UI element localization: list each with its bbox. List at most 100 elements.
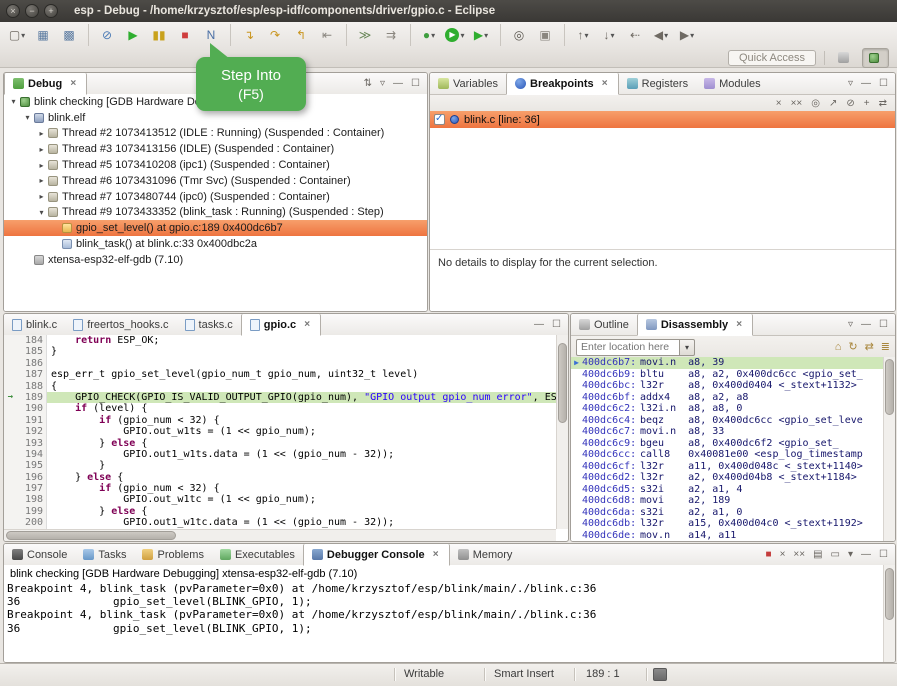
code-line[interactable]: → 189 GPIO_CHECK(GPIO_IS_VALID_OUTPUT_GP…: [4, 392, 556, 403]
tab-memory[interactable]: Memory: [450, 544, 521, 565]
line-marker[interactable]: [4, 369, 17, 380]
line-marker[interactable]: [4, 426, 17, 437]
console-output[interactable]: blink checking [GDB Hardware Debugging] …: [4, 565, 883, 662]
tab-blink-c[interactable]: blink.c: [4, 314, 65, 335]
console-vertical-scrollbar[interactable]: [883, 565, 895, 662]
remove-launch-icon[interactable]: ×: [780, 550, 786, 560]
dropdown-arrow-icon[interactable]: [460, 29, 464, 41]
scrollbar-thumb[interactable]: [558, 343, 567, 423]
dropdown-arrow-icon[interactable]: [610, 29, 614, 41]
debug-button[interactable]: ●: [410, 24, 441, 46]
code-line[interactable]: 193 } else {: [4, 438, 556, 449]
maximize-icon[interactable]: ☐: [879, 79, 888, 89]
remove-all-terminated-icon[interactable]: ××: [793, 550, 805, 560]
tab-tasks-c[interactable]: tasks.c: [177, 314, 241, 335]
tab-modules[interactable]: Modules: [696, 73, 769, 94]
view-menu-icon[interactable]: ▿: [848, 79, 853, 89]
remove-breakpoint-icon[interactable]: ×: [776, 99, 782, 109]
scrollbar-thumb[interactable]: [885, 359, 894, 415]
debug-perspective-button[interactable]: [862, 48, 889, 68]
display-selected-console-icon[interactable]: ▭: [831, 550, 840, 560]
terminate-button[interactable]: ■: [173, 24, 197, 46]
thread-item[interactable]: ▾ Thread #9 1073433352 (blink_task : Run…: [4, 205, 427, 221]
step-over-button[interactable]: ↷: [263, 24, 287, 46]
minimize-icon[interactable]: —: [393, 79, 403, 89]
breakpoint-item[interactable]: blink.c [line: 36]: [430, 111, 895, 128]
tab-close-icon[interactable]: [734, 319, 744, 330]
code-line[interactable]: 197 if (gpio_num < 32) {: [4, 483, 556, 494]
twisty-icon[interactable]: ▸: [36, 129, 47, 138]
disassembly-listing[interactable]: ▶ 400dc6b7: movi.n a8, 39 400dc6b9: bltu…: [571, 357, 883, 541]
progress-monitor-icon[interactable]: [653, 668, 667, 681]
tab-breakpoints[interactable]: Breakpoints: [506, 73, 619, 95]
process-item[interactable]: ▾ blink.elf: [4, 110, 427, 126]
disassembly-line[interactable]: 400dc6b9: bltu a8, a2, 0x400dc6cc <gpio_…: [571, 369, 883, 381]
minimize-icon[interactable]: —: [861, 320, 871, 330]
location-dropdown-icon[interactable]: [680, 339, 695, 356]
use-step-filters-toggle[interactable]: ⇉: [379, 24, 403, 46]
tab-close-icon[interactable]: [431, 549, 441, 560]
disassembly-vertical-scrollbar[interactable]: [883, 357, 895, 541]
external-tools-button[interactable]: ▶: [469, 24, 493, 46]
disassembly-line[interactable]: 400dc6cc: call8 0x40081e00 <esp_log_time…: [571, 449, 883, 461]
tab-registers[interactable]: Registers: [619, 73, 696, 94]
code-line[interactable]: 184 return ESP_OK;: [4, 335, 556, 346]
tab-executables[interactable]: Executables: [212, 544, 303, 565]
tab-freertos-hooks-c[interactable]: freertos_hooks.c: [65, 314, 176, 335]
next-annotation-button[interactable]: ↓: [597, 24, 621, 46]
twisty-icon[interactable]: ▸: [36, 145, 47, 154]
disassembly-line[interactable]: 400dc6de: mov.n a14, a11: [571, 530, 883, 542]
scrollbar-thumb[interactable]: [885, 568, 894, 620]
refresh-icon[interactable]: ↻: [848, 342, 857, 352]
line-marker[interactable]: [4, 472, 17, 483]
remove-all-breakpoints-icon[interactable]: ××: [791, 99, 803, 109]
line-marker[interactable]: [4, 483, 17, 494]
disassembly-line[interactable]: 400dc6c9: bgeu a8, 0x400dc6f2 <gpio_set_: [571, 438, 883, 450]
disassembly-line[interactable]: 400dc6c7: movi.n a8, 33: [571, 426, 883, 438]
step-into-button[interactable]: ↴: [230, 24, 261, 46]
code-line[interactable]: 196 } else {: [4, 472, 556, 483]
window-maximize-button[interactable]: +: [44, 4, 58, 18]
view-filter-icon[interactable]: ⇅: [364, 79, 372, 89]
twisty-icon[interactable]: ▾: [22, 113, 33, 122]
line-marker[interactable]: [4, 517, 17, 528]
maximize-icon[interactable]: ☐: [879, 550, 888, 560]
code-line[interactable]: 185 }: [4, 346, 556, 357]
dropdown-arrow-icon[interactable]: [21, 29, 25, 41]
minimize-icon[interactable]: —: [861, 79, 871, 89]
step-return-button[interactable]: ↰: [289, 24, 313, 46]
line-marker[interactable]: [4, 335, 17, 346]
stack-frame-item[interactable]: gpio_set_level() at gpio.c:189 0x400dc6b…: [4, 220, 427, 236]
line-marker[interactable]: [4, 494, 17, 505]
disassembly-line[interactable]: 400dc6db: l32r a15, 0x400d04c0 <_stext+1…: [571, 518, 883, 530]
dropdown-arrow-icon[interactable]: [484, 29, 488, 41]
disassembly-line[interactable]: 400dc6c4: beqz a8, 0x400dc6cc <gpio_set_…: [571, 415, 883, 427]
line-marker[interactable]: [4, 358, 17, 369]
link-with-active-context-icon[interactable]: ⇄: [865, 342, 874, 352]
line-marker[interactable]: →: [4, 392, 17, 403]
go-to-file-icon[interactable]: ↗: [829, 99, 837, 109]
search-button[interactable]: ◎: [500, 24, 531, 46]
thread-item[interactable]: ▸ Thread #2 1073413512 (IDLE : Running) …: [4, 126, 427, 142]
clear-console-icon[interactable]: ▤: [813, 550, 822, 560]
dropdown-arrow-icon[interactable]: [664, 29, 668, 41]
line-marker[interactable]: [4, 438, 17, 449]
skip-all-breakpoints-button[interactable]: ⊘: [88, 24, 119, 46]
twisty-icon[interactable]: ▸: [36, 192, 47, 201]
tab-problems[interactable]: Problems: [134, 544, 211, 565]
breakpoint-checkbox[interactable]: [434, 114, 445, 125]
disassembly-line[interactable]: 400dc6bf: addx4 a8, a2, a8: [571, 392, 883, 404]
twisty-icon[interactable]: ▾: [36, 208, 47, 217]
dropdown-arrow-icon[interactable]: [431, 29, 435, 41]
code-line[interactable]: 190 if (level) {: [4, 403, 556, 414]
save-all-button[interactable]: ▩: [57, 24, 81, 46]
last-edit-location-button[interactable]: ⇠: [623, 24, 647, 46]
code-line[interactable]: 191 if (gpio_num < 32) {: [4, 415, 556, 426]
tab-disassembly[interactable]: Disassembly: [637, 314, 753, 336]
disassembly-line[interactable]: 400dc6d2: l32r a2, 0x400d04b8 <_stext+11…: [571, 472, 883, 484]
code-line[interactable]: 186: [4, 358, 556, 369]
tab-debug[interactable]: Debug: [4, 73, 87, 95]
back-history-button[interactable]: ◀: [649, 24, 673, 46]
editor-vertical-scrollbar[interactable]: [556, 335, 568, 529]
disassembly-line[interactable]: 400dc6c2: l32i.n a8, a8, 0: [571, 403, 883, 415]
